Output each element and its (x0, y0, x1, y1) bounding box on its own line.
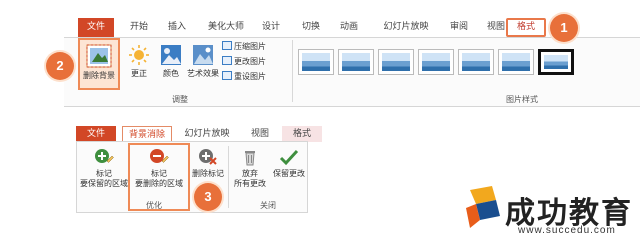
tab2-slideshow[interactable]: 幻灯片放映 (176, 126, 238, 142)
picture-style-1[interactable] (298, 49, 334, 75)
mark-keep-label-1: 标记 (96, 169, 112, 178)
change-picture-icon (222, 56, 232, 65)
picture-style-4[interactable] (418, 49, 454, 75)
mark-remove-button[interactable]: 标记 要删除的区域 (130, 148, 188, 189)
reset-picture-label: 重设图片 (234, 72, 266, 81)
refine-group-title: 优化 (146, 201, 162, 210)
ribbon2-tabbar: 文件 背景消除 幻灯片放映 视图 格式 (76, 126, 336, 142)
picture-style-5[interactable] (458, 49, 494, 75)
picture-style-6[interactable] (498, 49, 534, 75)
minus-pencil-icon (150, 149, 169, 163)
callout-badge-1: 1 (550, 14, 578, 42)
color-label: 颜色 (163, 69, 179, 78)
tab-beautify[interactable]: 美化大师 (200, 18, 252, 38)
tab-animations[interactable]: 动画 (332, 18, 366, 38)
artistic-effects-icon (193, 45, 213, 65)
discard-label-2: 所有更改 (234, 179, 266, 188)
discard-changes-button[interactable]: 放弃 所有更改 (230, 148, 270, 189)
sun-icon (129, 45, 149, 65)
color-picture-icon (161, 45, 181, 65)
group-divider (292, 40, 293, 102)
callout-badge-2: 2 (46, 52, 74, 80)
mark-remove-label-1: 标记 (151, 169, 167, 178)
tab-home[interactable]: 开始 (122, 18, 156, 38)
reset-picture-button[interactable]: 重设图片 (222, 70, 266, 84)
change-picture-label: 更改图片 (234, 57, 266, 66)
tab2-file[interactable]: 文件 (76, 126, 116, 142)
discard-label-1: 放弃 (242, 169, 258, 178)
artistic-effects-label: 艺术效果 (187, 69, 219, 78)
corrections-label: 更正 (131, 69, 147, 78)
picture-styles-group-title: 图片样式 (506, 95, 538, 104)
tab-file[interactable]: 文件 (78, 18, 114, 38)
brand-url: www.succedu.com (518, 225, 616, 236)
artistic-effects-button[interactable]: 艺术效果 (186, 44, 220, 79)
picture-style-7[interactable] (538, 49, 574, 75)
tab2-background-removal[interactable]: 背景消除 (122, 126, 172, 142)
plus-pencil-icon (95, 149, 114, 163)
delete-mark-icon (199, 149, 217, 165)
close-group-title: 关闭 (260, 201, 276, 210)
group-divider-2 (228, 146, 229, 208)
remove-background-button[interactable]: 删除背景 (78, 44, 120, 81)
delete-mark-button[interactable]: 删除标记 (190, 148, 226, 179)
recycle-bin-icon (245, 151, 255, 166)
compress-pictures-button[interactable]: 压缩图片 (222, 40, 266, 54)
tab2-format[interactable]: 格式 (282, 126, 322, 142)
keep-changes-label: 保留更改 (273, 169, 305, 178)
tab-review[interactable]: 审阅 (442, 18, 476, 38)
tab2-view[interactable]: 视图 (242, 126, 278, 142)
adjust-group-title: 调整 (172, 95, 188, 104)
picture-style-3[interactable] (378, 49, 414, 75)
picture-style-2[interactable] (338, 49, 374, 75)
checkmark-icon (279, 149, 299, 166)
tab-format[interactable]: 格式 (506, 18, 546, 37)
compress-label: 压缩图片 (234, 42, 266, 51)
keep-changes-button[interactable]: 保留更改 (270, 148, 308, 179)
remove-background-icon (86, 44, 112, 68)
tab-slideshow[interactable]: 幻灯片放映 (374, 18, 438, 38)
picture-tools-stack: 压缩图片 更改图片 重设图片 (222, 40, 292, 90)
mark-remove-label-2: 要删除的区域 (135, 179, 183, 188)
brand-logo (466, 186, 500, 228)
mark-keep-button[interactable]: 标记 要保留的区域 (78, 148, 130, 189)
change-picture-button[interactable]: 更改图片 (222, 55, 266, 69)
tab-design[interactable]: 设计 (254, 18, 288, 38)
delete-mark-label: 删除标记 (192, 169, 224, 178)
remove-background-label: 删除背景 (83, 71, 115, 80)
reset-picture-icon (222, 71, 232, 80)
compress-icon (222, 41, 232, 50)
callout-badge-3: 3 (194, 183, 222, 211)
corrections-button[interactable]: 更正 (124, 44, 154, 79)
color-button[interactable]: 颜色 (156, 44, 186, 79)
mark-keep-label-2: 要保留的区域 (80, 179, 128, 188)
tab-transitions[interactable]: 切换 (294, 18, 328, 38)
tab-insert[interactable]: 插入 (160, 18, 194, 38)
